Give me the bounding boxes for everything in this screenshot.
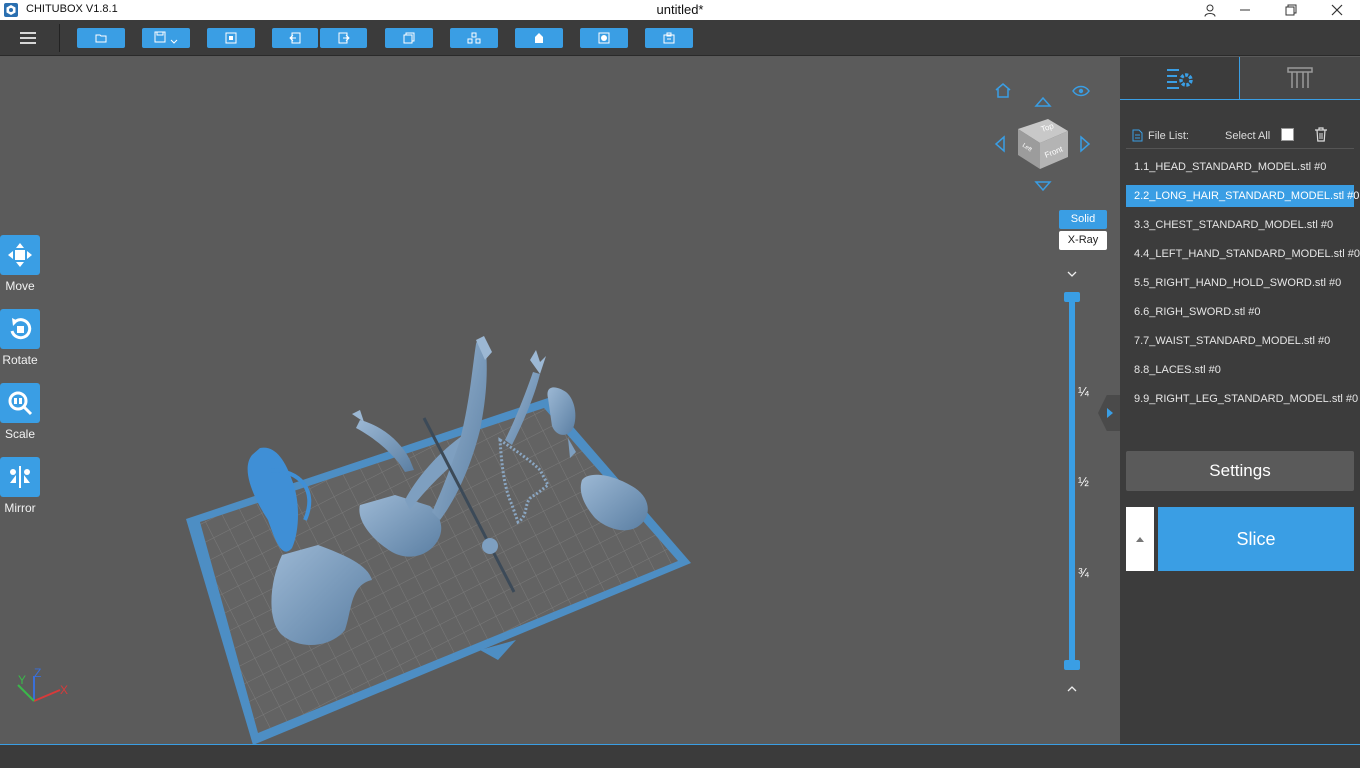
rotate-label: Rotate xyxy=(2,353,38,367)
rotate-left-icon[interactable] xyxy=(992,134,1008,154)
document-title: untitled* xyxy=(656,2,704,17)
print-button[interactable] xyxy=(645,28,693,48)
mirror-tool[interactable]: Mirror xyxy=(0,457,40,515)
auto-layout-icon xyxy=(225,32,237,44)
file-list-item[interactable]: 5.5_RIGHT_HAND_HOLD_SWORD.stl #0 xyxy=(1126,272,1354,294)
file-list-item[interactable]: 6.6_RIGH_SWORD.stl #0 xyxy=(1126,301,1354,323)
slice-button[interactable]: Slice xyxy=(1158,507,1354,571)
duplicate-button[interactable] xyxy=(385,28,433,48)
build-plate-scene: Y Z X xyxy=(17,336,691,744)
save-button[interactable] xyxy=(142,28,190,48)
user-icon[interactable] xyxy=(1190,0,1230,20)
side-panel: File List: Select All 1.1_HEAD_STANDARD_… xyxy=(1120,57,1360,744)
restore-icon[interactable] xyxy=(1271,0,1311,20)
hollow-button[interactable] xyxy=(515,28,563,48)
trash-icon[interactable] xyxy=(1314,127,1328,142)
settings-button[interactable]: Settings xyxy=(1126,451,1354,491)
save-icon xyxy=(154,31,178,44)
axis-x-label: X xyxy=(60,683,68,697)
move-tool[interactable]: Move xyxy=(0,235,40,293)
eye-icon[interactable] xyxy=(1070,82,1092,100)
scale-tool[interactable]: Scale xyxy=(0,383,40,441)
file-list-item[interactable]: 9.9_RIGHT_LEG_STANDARD_MODEL.stl #0 xyxy=(1126,388,1358,410)
close-icon[interactable] xyxy=(1317,0,1357,20)
hamburger-menu-icon[interactable] xyxy=(10,27,46,49)
file-list-item[interactable]: 7.7_WAIST_STANDARD_MODEL.stl #0 xyxy=(1126,330,1354,352)
file-list-item[interactable]: 1.1_HEAD_STANDARD_MODEL.stl #0 xyxy=(1126,156,1354,178)
move-label: Move xyxy=(5,279,35,293)
rotate-icon xyxy=(10,318,32,340)
axis-y-label: Y xyxy=(18,673,26,687)
supports-icon xyxy=(1287,67,1313,88)
file-list-header: File List: Select All xyxy=(1126,127,1354,149)
slider-mark-half: ½ xyxy=(1078,474,1089,489)
open-file-icon xyxy=(95,34,107,43)
mirror-icon xyxy=(10,466,30,488)
arrange-button[interactable] xyxy=(450,28,498,48)
drill-button[interactable] xyxy=(580,28,628,48)
layer-slider-bottom-handle[interactable] xyxy=(1064,660,1080,670)
select-all-checkbox[interactable] xyxy=(1281,128,1294,141)
auto-layout-button[interactable] xyxy=(207,28,255,48)
slider-mark-three-quarters: ¾ xyxy=(1078,565,1089,580)
home-view-icon[interactable] xyxy=(992,80,1014,100)
chitubox-window: CHITUBOX V1.8.1 untitled* Y Z X Move Rot… xyxy=(0,0,1360,768)
xray-mode-button[interactable]: X-Ray xyxy=(1059,231,1107,250)
status-bar xyxy=(0,744,1360,768)
rotate-down-icon[interactable] xyxy=(1032,178,1054,194)
axis-z-label: Z xyxy=(34,666,41,680)
3d-viewport[interactable]: Y Z X Move Rotate Scale Mirror Top Front… xyxy=(0,57,1120,744)
file-list-item[interactable]: 3.3_CHEST_STANDARD_MODEL.stl #0 xyxy=(1126,214,1354,236)
slice-options-dropdown[interactable] xyxy=(1126,507,1154,571)
layer-slider-top-handle[interactable] xyxy=(1064,292,1080,302)
minimize-icon[interactable] xyxy=(1225,0,1265,20)
print-icon xyxy=(663,32,675,44)
duplicate-icon xyxy=(403,32,415,44)
move-icon xyxy=(8,243,32,267)
open-file-button[interactable] xyxy=(77,28,125,48)
hollow-icon xyxy=(535,33,543,43)
scale-label: Scale xyxy=(4,427,36,441)
scale-button[interactable] xyxy=(0,383,40,423)
slider-mark-quarter: ¼ xyxy=(1078,384,1089,399)
mirror-label: Mirror xyxy=(4,501,36,515)
toolbar-divider xyxy=(59,24,60,52)
arrange-icon xyxy=(467,32,481,44)
axis-indicator: Y Z X xyxy=(17,666,68,702)
file-list-item-selected[interactable]: 2.2_LONG_HAIR_STANDARD_MODEL.stl #0 xyxy=(1126,185,1359,207)
file-list-item[interactable]: 4.4_LEFT_HAND_STANDARD_MODEL.stl #0 xyxy=(1126,243,1360,265)
slider-collapse-down-icon[interactable] xyxy=(1064,267,1080,281)
tab-supports[interactable] xyxy=(1240,57,1360,100)
rotate-up-icon[interactable] xyxy=(1032,94,1054,110)
export-button[interactable] xyxy=(320,28,367,48)
move-button[interactable] xyxy=(0,235,40,275)
mirror-button[interactable] xyxy=(0,457,40,497)
file-icon xyxy=(1132,129,1143,142)
file-list-item[interactable]: 8.8_LACES.stl #0 xyxy=(1126,359,1354,381)
tab-print-settings[interactable] xyxy=(1120,57,1240,100)
file-list-label: File List: xyxy=(1148,130,1189,142)
import-icon xyxy=(289,32,301,44)
title-bar: CHITUBOX V1.8.1 untitled* xyxy=(0,0,1360,20)
main-toolbar xyxy=(0,20,1360,56)
export-icon xyxy=(338,32,350,44)
triangle-right-icon xyxy=(1107,408,1113,418)
solid-mode-button[interactable]: Solid xyxy=(1059,210,1107,229)
scale-icon xyxy=(8,391,33,416)
import-button[interactable] xyxy=(272,28,318,48)
caret-up-icon xyxy=(1136,536,1144,542)
rotate-right-icon[interactable] xyxy=(1077,134,1093,154)
rotate-button[interactable] xyxy=(0,309,40,349)
settings-list-icon xyxy=(1166,69,1193,89)
rotate-tool[interactable]: Rotate xyxy=(0,309,40,367)
select-all-label: Select All xyxy=(1225,130,1271,142)
view-cube[interactable]: Top Front Left xyxy=(1012,113,1074,173)
layer-slider-track[interactable] xyxy=(1069,294,1075,668)
drill-icon xyxy=(598,32,610,44)
slider-collapse-up-icon[interactable] xyxy=(1064,681,1080,695)
